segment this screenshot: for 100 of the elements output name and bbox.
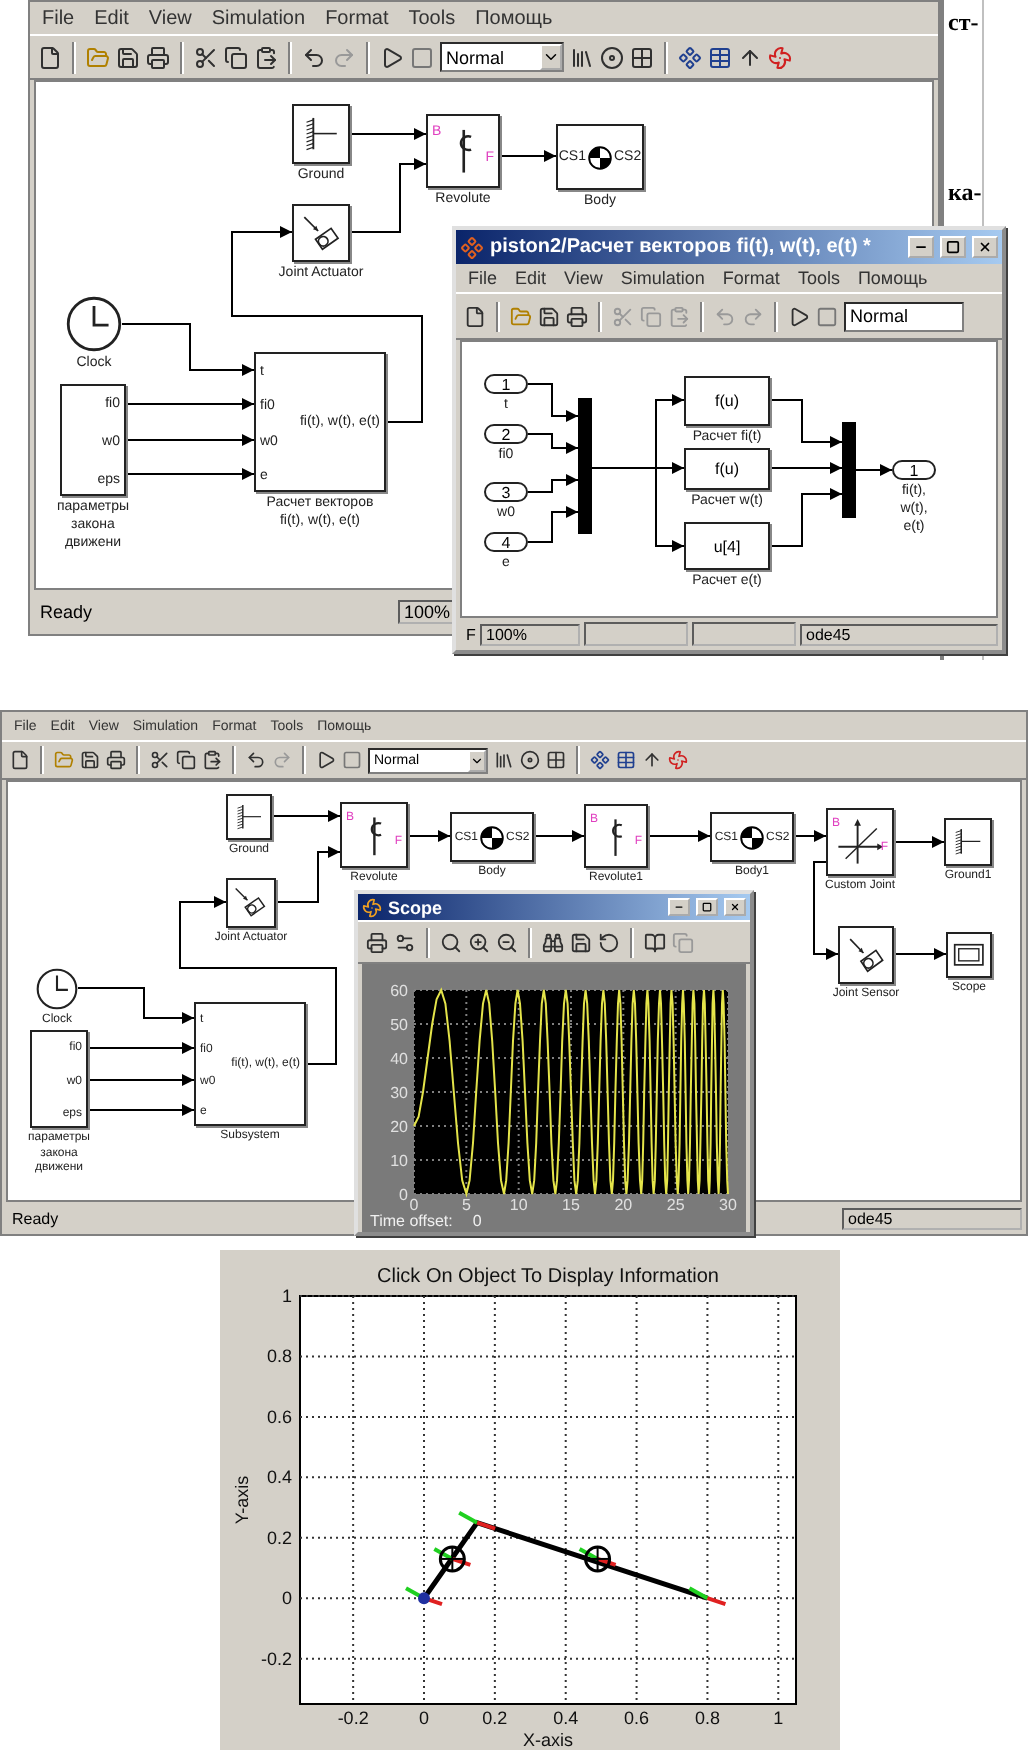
signal-line — [647, 830, 711, 842]
maximize-button[interactable] — [940, 236, 966, 258]
menu-item[interactable]: Format — [325, 7, 389, 29]
signal-line — [125, 468, 255, 480]
frame-triad-icon — [688, 1586, 727, 1607]
grid-icon[interactable] — [546, 750, 566, 770]
blocks-icon[interactable] — [678, 45, 702, 69]
tick-label: 20 — [614, 1196, 633, 1212]
undo-icon[interactable] — [302, 45, 326, 69]
time-offset-text: Time offset: — [370, 1212, 453, 1230]
menu-item[interactable]: View — [148, 7, 192, 29]
blocks-icon[interactable] — [590, 750, 610, 770]
grid-icon[interactable] — [630, 45, 654, 69]
print-icon[interactable] — [146, 45, 170, 69]
maximize-icon — [702, 902, 712, 912]
menu-item[interactable]: Edit — [94, 7, 129, 29]
copy-icon[interactable] — [176, 750, 196, 770]
zoom-icon[interactable] — [440, 931, 462, 953]
save-icon[interactable] — [116, 45, 140, 69]
library-icon[interactable] — [494, 750, 514, 770]
joint-axes-icon — [836, 818, 884, 866]
signal-line — [527, 474, 579, 493]
mode-dropdown[interactable]: Normal — [440, 42, 564, 72]
save-axes-icon[interactable] — [570, 931, 592, 953]
mode-dropdown[interactable]: Normal — [844, 301, 964, 331]
clock-block — [66, 296, 122, 352]
zoom-out-icon[interactable] — [496, 931, 518, 953]
disc-icon[interactable] — [600, 45, 624, 69]
tick-label: 30 — [719, 1196, 737, 1212]
play-icon[interactable] — [380, 45, 404, 69]
minimize-button[interactable] — [668, 898, 690, 916]
close-button[interactable] — [724, 898, 746, 916]
play-icon[interactable] — [788, 305, 810, 327]
save-icon[interactable] — [538, 305, 560, 327]
fan-icon[interactable] — [668, 750, 688, 770]
axis-label: Y-axis — [232, 1475, 252, 1525]
tick-label: 0.6 — [266, 1406, 292, 1427]
tick-label: 10 — [390, 1152, 408, 1170]
inport-block: 3 — [484, 482, 528, 502]
restore-icon[interactable] — [598, 931, 620, 953]
menu-item[interactable]: Format — [722, 268, 780, 288]
new-icon[interactable] — [464, 305, 486, 327]
cut-icon[interactable] — [194, 45, 218, 69]
copy-icon[interactable] — [224, 45, 248, 69]
tick-label: 25 — [666, 1196, 685, 1212]
signal-line — [769, 399, 843, 448]
maximize-icon — [946, 240, 960, 254]
status-text: ode45 — [842, 1207, 1022, 1229]
up-arrow-icon[interactable] — [642, 750, 662, 770]
print-icon[interactable] — [366, 931, 388, 953]
tick-label: 10 — [509, 1196, 528, 1212]
minimize-button[interactable] — [908, 236, 934, 258]
chart-title: Click On Object To Display Information — [377, 1266, 719, 1288]
outport-block: 1 — [892, 460, 936, 480]
zoom-in-icon[interactable] — [468, 931, 490, 953]
table-icon[interactable] — [616, 750, 636, 770]
menu-item[interactable]: File — [468, 268, 498, 288]
frame-triad-icon — [458, 1510, 496, 1531]
save-icon[interactable] — [80, 750, 100, 770]
frame-triad-icon — [433, 1545, 471, 1573]
tick-label: 0.2 — [266, 1527, 292, 1548]
ground-icon — [234, 802, 264, 832]
tick-label: 0.8 — [694, 1708, 720, 1728]
menu-item[interactable]: Simulation — [620, 268, 705, 288]
signal-line — [893, 948, 947, 960]
table-icon[interactable] — [708, 45, 732, 69]
library-icon[interactable] — [570, 45, 594, 69]
menu-item[interactable]: Simulation — [211, 7, 306, 29]
new-icon[interactable] — [38, 45, 62, 69]
play-icon[interactable] — [316, 750, 336, 770]
tick-label: 0 — [419, 1708, 429, 1728]
fan-icon[interactable] — [768, 45, 792, 69]
status-text: ode45 — [800, 623, 998, 645]
close-icon — [730, 902, 740, 912]
new-icon[interactable] — [10, 750, 30, 770]
maximize-button[interactable] — [696, 898, 718, 916]
parameters-icon[interactable] — [394, 931, 416, 953]
close-button[interactable] — [972, 236, 998, 258]
menu-item[interactable]: File — [42, 7, 75, 29]
disc-icon[interactable] — [520, 750, 540, 770]
menu-item[interactable]: View — [564, 268, 603, 288]
menu-item[interactable]: Помощь — [475, 7, 553, 29]
center-of-mass-icon — [480, 825, 504, 849]
tick-label: 0 — [399, 1186, 408, 1204]
print-icon[interactable] — [106, 750, 126, 770]
signal-line — [533, 830, 585, 842]
menu-item[interactable]: Tools — [797, 268, 840, 288]
minimize-icon — [674, 902, 684, 912]
paste-icon[interactable] — [254, 45, 278, 69]
menu-item[interactable]: Помощь — [857, 268, 928, 288]
up-arrow-icon[interactable] — [738, 45, 762, 69]
paste-icon[interactable] — [202, 750, 222, 770]
menu-item[interactable]: Edit — [515, 268, 547, 288]
caret-icon — [542, 48, 560, 66]
print-icon[interactable] — [566, 305, 588, 327]
cut-icon[interactable] — [150, 750, 170, 770]
undo-icon[interactable] — [246, 750, 266, 770]
signal-line — [893, 836, 945, 848]
axis-label: X-axis — [523, 1730, 573, 1750]
menu-item[interactable]: Tools — [408, 7, 456, 29]
